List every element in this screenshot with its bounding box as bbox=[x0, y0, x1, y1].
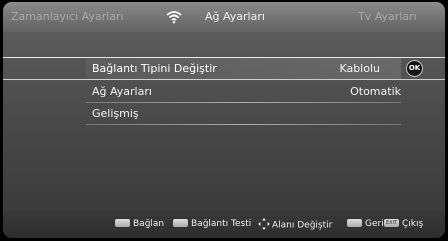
menu-item-label: Bağlantı Tipini Değiştir bbox=[92, 62, 217, 75]
tab-bar: Zamanlayıcı Ayarları Ağ Ayarları Tv Ayar… bbox=[3, 2, 445, 32]
menu-item-label: Ağ Ayarları bbox=[92, 85, 152, 98]
back-key-icon bbox=[347, 218, 362, 227]
hint-exit-label: Çıkış bbox=[402, 219, 424, 229]
menu-item-network-settings[interactable]: Ağ Ayarları Otomatik bbox=[86, 81, 401, 102]
tab-tv-settings[interactable]: Tv Ayarları bbox=[358, 10, 417, 23]
menu-item-value: Otomatik bbox=[350, 85, 401, 98]
hint-back-label: Geri bbox=[365, 219, 384, 229]
exit-key-icon: EXIT bbox=[384, 218, 399, 227]
hint-connection-test[interactable]: Bağlantı Testi bbox=[173, 218, 252, 230]
green-key-icon bbox=[173, 218, 188, 227]
menu-item-label: Gelişmiş bbox=[92, 107, 139, 120]
button-hint-bar: Bağlan Bağlantı Testi Alanı Değiştir Ger… bbox=[3, 210, 445, 238]
navigation-dpad-icon bbox=[258, 218, 270, 230]
hint-connect[interactable]: Bağlan bbox=[115, 218, 165, 230]
menu-item-value: Kablolu bbox=[339, 62, 380, 75]
hint-connect-label: Bağlan bbox=[133, 219, 165, 229]
hint-change-area[interactable]: Alanı Değiştir bbox=[258, 218, 333, 232]
tab-timer-settings[interactable]: Zamanlayıcı Ayarları bbox=[11, 10, 124, 23]
selection-line-bottom bbox=[3, 79, 445, 80]
ok-button-icon[interactable]: OK bbox=[406, 60, 423, 77]
hint-exit[interactable]: EXIT Çıkış bbox=[384, 218, 424, 230]
hint-test-label: Bağlantı Testi bbox=[191, 219, 252, 229]
red-key-icon bbox=[115, 218, 130, 227]
menu-item-connection-type[interactable]: Bağlantı Tipini Değiştir Kablolu bbox=[86, 58, 401, 79]
settings-panel: Zamanlayıcı Ayarları Ağ Ayarları Tv Ayar… bbox=[3, 2, 445, 238]
row-divider bbox=[86, 124, 401, 125]
wifi-icon bbox=[166, 11, 182, 24]
hint-back[interactable]: Geri bbox=[347, 218, 384, 230]
hint-change-area-label: Alanı Değiştir bbox=[272, 220, 333, 231]
tv-screen: Zamanlayıcı Ayarları Ağ Ayarları Tv Ayar… bbox=[0, 0, 448, 241]
tab-network-settings[interactable]: Ağ Ayarları bbox=[205, 10, 265, 23]
menu-item-advanced[interactable]: Gelişmiş bbox=[86, 103, 401, 124]
